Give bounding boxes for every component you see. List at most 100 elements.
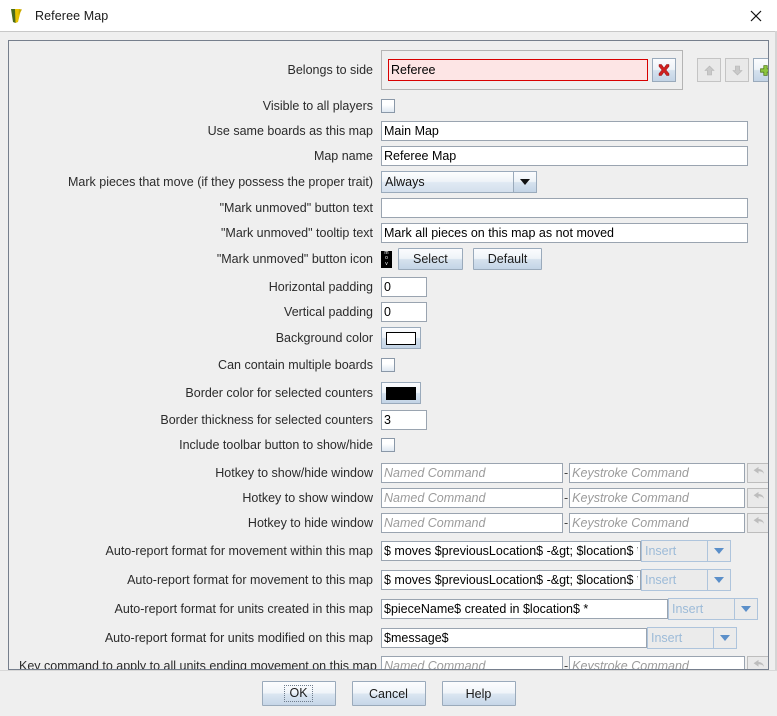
map-name-input[interactable]: [381, 146, 748, 166]
row-report-units-created: Auto-report format for units created in …: [19, 598, 758, 620]
chevron-down-icon: [707, 569, 731, 591]
row-report-move-to: Auto-report format for movement to this …: [19, 569, 758, 591]
belongs-to-side-listbox: [381, 50, 683, 90]
border-color-button[interactable]: [381, 382, 421, 404]
label-use-same-boards: Use same boards as this map: [19, 124, 381, 138]
help-button[interactable]: Help: [442, 681, 516, 706]
horizontal-padding-input[interactable]: [381, 277, 427, 297]
vassal-logo-icon: [8, 6, 28, 26]
row-include-toolbar-button: Include toolbar button to show/hide: [19, 435, 758, 455]
row-key-command-ending-movement: Key command to apply to all units ending…: [19, 656, 758, 670]
red-x-icon[interactable]: [652, 58, 676, 82]
label-include-toolbar-button: Include toolbar button to show/hide: [19, 438, 381, 452]
include-toolbar-button-checkbox[interactable]: [381, 438, 395, 452]
report-units-modified-input[interactable]: [381, 628, 647, 648]
arrow-up-icon[interactable]: [697, 58, 721, 82]
row-visible-to-all: Visible to all players: [19, 96, 758, 116]
label-border-color-selected: Border color for selected counters: [19, 386, 381, 400]
row-can-contain-multiple-boards: Can contain multiple boards: [19, 355, 758, 375]
chevron-down-icon: [513, 171, 537, 193]
report-units-created-insert-select[interactable]: Insert: [668, 598, 758, 620]
label-vertical-padding: Vertical padding: [19, 305, 381, 319]
undo-arrow-icon[interactable]: [747, 488, 769, 508]
green-plus-icon[interactable]: [753, 58, 769, 82]
label-background-color: Background color: [19, 331, 381, 345]
titlebar: Referee Map: [0, 0, 777, 32]
label-mark-unmoved-tooltip-text: "Mark unmoved" tooltip text: [19, 226, 381, 240]
report-move-to-insert-select[interactable]: Insert: [641, 569, 731, 591]
label-can-contain-multiple-boards: Can contain multiple boards: [19, 358, 381, 372]
close-icon[interactable]: [735, 0, 777, 31]
select-icon-button[interactable]: Select: [398, 248, 463, 270]
dialog-button-bar: OK Cancel Help: [0, 670, 777, 716]
row-hotkey-hide: Hotkey to hide window -: [19, 513, 758, 533]
chevron-down-icon: [713, 627, 737, 649]
border-color-swatch: [386, 387, 416, 400]
row-mark-pieces-move: Mark pieces that move (if they possess t…: [19, 171, 758, 193]
label-belongs-to-side: Belongs to side: [19, 63, 381, 77]
label-hotkey-show-hide: Hotkey to show/hide window: [19, 466, 381, 480]
mark-unmoved-button-text-input[interactable]: [381, 198, 748, 218]
key-command-named-input[interactable]: [381, 656, 563, 670]
default-icon-button[interactable]: Default: [473, 248, 543, 270]
label-horizontal-padding: Horizontal padding: [19, 280, 381, 294]
report-move-to-input[interactable]: [381, 570, 641, 590]
label-border-thickness-selected: Border thickness for selected counters: [19, 413, 381, 427]
arrow-down-icon[interactable]: [725, 58, 749, 82]
cancel-button[interactable]: Cancel: [352, 681, 426, 706]
mark-unmoved-tooltip-text-input[interactable]: [381, 223, 748, 243]
row-border-color-selected: Border color for selected counters: [19, 382, 758, 404]
report-move-within-insert-select[interactable]: Insert: [641, 540, 731, 562]
belongs-to-side-input[interactable]: [388, 59, 648, 81]
chevron-down-icon: [734, 598, 758, 620]
undo-arrow-icon[interactable]: [747, 656, 769, 670]
row-report-move-within: Auto-report format for movement within t…: [19, 540, 758, 562]
row-mark-unmoved-button-icon: "Mark unmoved" button icon mov Select De…: [19, 248, 758, 270]
report-move-within-input[interactable]: [381, 541, 641, 561]
row-horizontal-padding: Horizontal padding: [19, 277, 758, 297]
hotkey-hide-stroke-input[interactable]: [569, 513, 745, 533]
label-mark-pieces-move: Mark pieces that move (if they possess t…: [19, 175, 381, 189]
referee-map-dialog: Referee Map Belongs to side: [0, 0, 777, 716]
row-mark-unmoved-tooltip-text: "Mark unmoved" tooltip text: [19, 223, 758, 243]
ok-button[interactable]: OK: [262, 681, 336, 706]
report-units-created-input[interactable]: [381, 599, 668, 619]
label-mark-unmoved-button-text: "Mark unmoved" button text: [19, 201, 381, 215]
background-color-button[interactable]: [381, 327, 421, 349]
side-order-buttons: [693, 58, 769, 82]
mark-pieces-move-select[interactable]: Always: [381, 171, 537, 193]
border-thickness-input[interactable]: [381, 410, 427, 430]
use-same-boards-input[interactable]: [381, 121, 748, 141]
hotkey-show-hide-named-input[interactable]: [381, 463, 563, 483]
report-units-modified-insert-select[interactable]: Insert: [647, 627, 737, 649]
undo-arrow-icon[interactable]: [747, 513, 769, 533]
vertical-padding-input[interactable]: [381, 302, 427, 322]
row-background-color: Background color: [19, 327, 758, 349]
visible-to-all-checkbox[interactable]: [381, 99, 395, 113]
row-vertical-padding: Vertical padding: [19, 302, 758, 322]
row-report-units-modified: Auto-report format for units modified on…: [19, 627, 758, 649]
row-map-name: Map name: [19, 146, 758, 166]
mark-pieces-move-value: Always: [381, 171, 513, 193]
key-command-stroke-input[interactable]: [569, 656, 745, 670]
row-hotkey-show-hide: Hotkey to show/hide window -: [19, 463, 758, 483]
label-mark-unmoved-button-icon: "Mark unmoved" button icon: [19, 252, 381, 266]
background-color-swatch: [386, 332, 416, 345]
undo-arrow-icon[interactable]: [747, 463, 769, 483]
hotkey-show-hide-stroke-input[interactable]: [569, 463, 745, 483]
help-button-label: Help: [466, 687, 492, 701]
insert-label: Insert: [641, 540, 707, 562]
hotkey-show-named-input[interactable]: [381, 488, 563, 508]
dialog-content: Belongs to side: [0, 32, 777, 670]
label-map-name: Map name: [19, 149, 381, 163]
label-visible-to-all: Visible to all players: [19, 99, 381, 113]
hotkey-show-stroke-input[interactable]: [569, 488, 745, 508]
cancel-button-label: Cancel: [369, 687, 408, 701]
label-report-units-modified: Auto-report format for units modified on…: [19, 631, 381, 645]
can-contain-multiple-boards-checkbox[interactable]: [381, 358, 395, 372]
hotkey-hide-named-input[interactable]: [381, 513, 563, 533]
label-report-move-to: Auto-report format for movement to this …: [19, 573, 381, 587]
ok-button-label: OK: [284, 685, 312, 702]
label-report-units-created: Auto-report format for units created in …: [19, 602, 381, 616]
insert-label: Insert: [647, 627, 713, 649]
